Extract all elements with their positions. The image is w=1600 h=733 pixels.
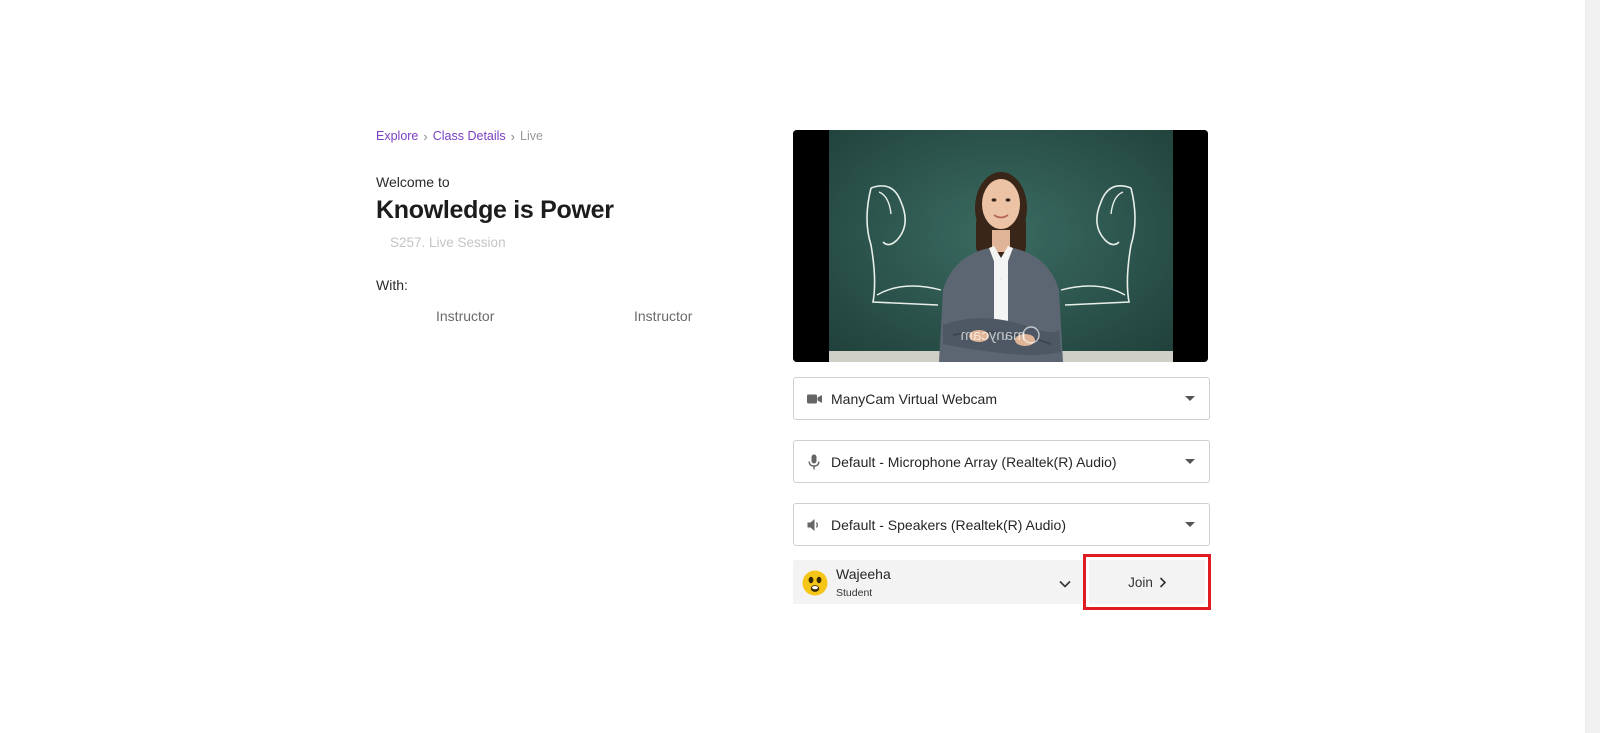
breadcrumb-separator-icon: ›	[423, 128, 428, 144]
microphone-icon	[806, 454, 822, 470]
speaker-select[interactable]: Default - Speakers (Realtek(R) Audio)	[793, 503, 1210, 546]
chevron-down-icon	[1185, 396, 1195, 401]
breadcrumb-separator-icon: ›	[510, 128, 516, 144]
manycam-watermark: manycam	[960, 327, 1025, 344]
session-subtitle: S257. Live Session	[390, 235, 506, 250]
instructor-list: Instructor Instructor	[376, 308, 736, 328]
chevron-right-icon	[1159, 576, 1166, 588]
instructor-name: Instructor	[436, 308, 495, 324]
join-row: Wajeeha Student Join	[793, 554, 1211, 610]
join-button-label: Join	[1128, 574, 1153, 590]
join-button[interactable]: Join	[1089, 560, 1205, 604]
page-scrollbar[interactable]	[1585, 0, 1600, 733]
class-info-panel: Explore › Class Details › Live Welcome t…	[376, 127, 736, 328]
video-camera-icon	[806, 391, 822, 407]
speaker-select-value: Default - Speakers (Realtek(R) Audio)	[831, 516, 1066, 533]
class-title: Knowledge is Power	[376, 196, 614, 224]
user-name: Wajeeha	[836, 566, 891, 582]
user-role-select[interactable]: Wajeeha Student	[793, 560, 1083, 604]
chevron-down-icon	[1185, 459, 1195, 464]
smiley-face-icon	[802, 570, 828, 596]
breadcrumb-current: Live	[520, 129, 543, 143]
chevron-down-icon	[1059, 575, 1071, 593]
user-role: Student	[836, 587, 873, 599]
breadcrumb-class-details-link[interactable]: Class Details	[433, 129, 506, 143]
join-button-highlight: Join	[1083, 554, 1211, 610]
microphone-select-value: Default - Microphone Array (Realtek(R) A…	[831, 453, 1117, 470]
breadcrumb: Explore › Class Details › Live	[376, 127, 736, 145]
camera-select-value: ManyCam Virtual Webcam	[831, 390, 997, 407]
welcome-text: Welcome to	[376, 174, 450, 190]
speaker-icon	[806, 517, 822, 533]
instructor-name: Instructor	[634, 308, 693, 324]
camera-select[interactable]: ManyCam Virtual Webcam	[793, 377, 1210, 420]
device-setup-panel: manycam ManyCam Virtual Webcam Default -…	[793, 130, 1211, 610]
with-label: With:	[376, 277, 408, 293]
webcam-preview: manycam	[793, 130, 1208, 362]
breadcrumb-explore-link[interactable]: Explore	[376, 129, 418, 143]
chevron-down-icon	[1185, 522, 1195, 527]
webcam-preview-image: manycam	[793, 130, 1208, 362]
microphone-select[interactable]: Default - Microphone Array (Realtek(R) A…	[793, 440, 1210, 483]
